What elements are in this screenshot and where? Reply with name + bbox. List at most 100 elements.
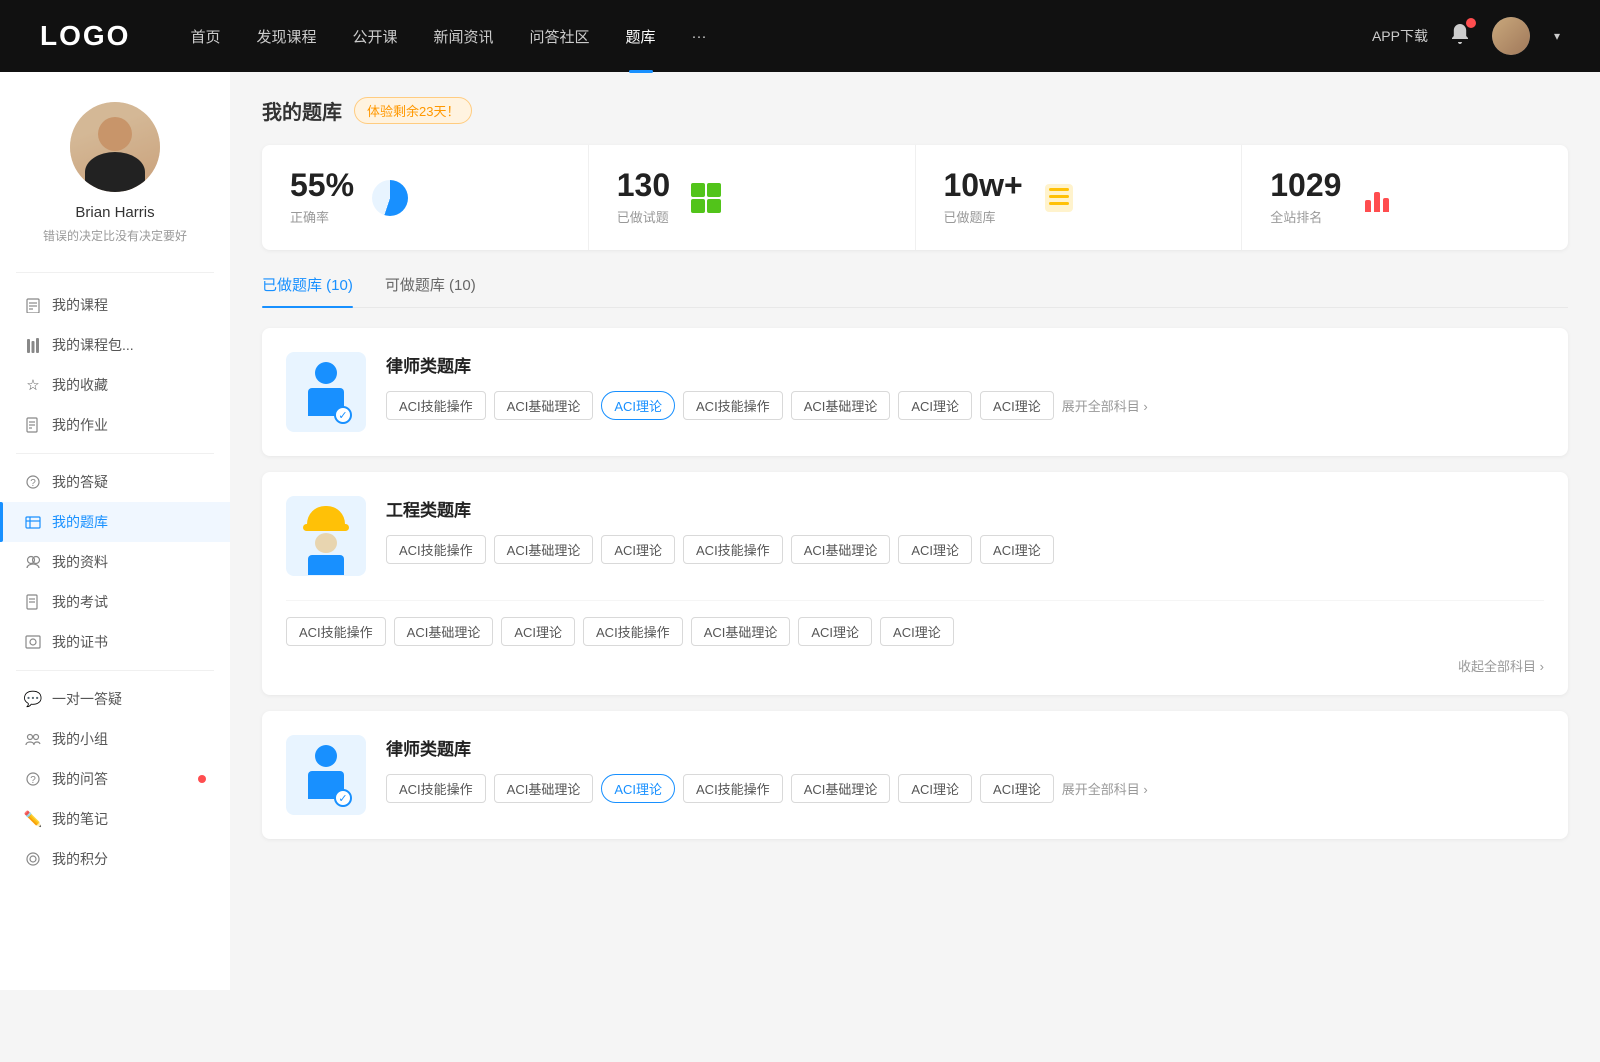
stats-row: 55% 正确率 130 已做试题: [262, 145, 1568, 250]
tag-lawyer-2-3[interactable]: ACI技能操作: [683, 774, 783, 803]
sidebar-item-course-package[interactable]: 我的课程包...: [0, 325, 230, 365]
stat-done-questions-value: 130: [617, 169, 670, 201]
nav-news[interactable]: 新闻资讯: [434, 26, 494, 47]
sidebar-divider-1: [16, 272, 214, 273]
nav-bank[interactable]: 题库: [626, 26, 656, 47]
bank-content-engineer: 工程类题库 ACI技能操作 ACI基础理论 ACI理论 ACI技能操作 ACI基…: [386, 496, 1544, 564]
lawyer-figure-2: ✓: [300, 745, 352, 805]
avatar-image: [1492, 17, 1530, 55]
nav-more[interactable]: ···: [692, 28, 707, 45]
sidebar-item-homework[interactable]: 我的作业: [0, 405, 230, 445]
tag-eng-1-4[interactable]: ACI基础理论: [791, 535, 891, 564]
sidebar-item-certificates[interactable]: 我的证书: [0, 622, 230, 662]
tags-row-lawyer-2: ACI技能操作 ACI基础理论 ACI理论 ACI技能操作 ACI基础理论 AC…: [386, 774, 1544, 803]
sidebar-divider-3: [16, 670, 214, 671]
tag-eng-2-1[interactable]: ACI基础理论: [394, 617, 494, 646]
profile-avatar: [70, 102, 160, 192]
tag-lawyer-2-6[interactable]: ACI理论: [980, 774, 1054, 803]
tag-eng-1-6[interactable]: ACI理论: [980, 535, 1054, 564]
profile-motto: 错误的决定比没有决定要好: [43, 227, 187, 244]
tag-lawyer-1-1[interactable]: ACI基础理论: [494, 391, 594, 420]
tag-lawyer-1-2[interactable]: ACI理论: [601, 391, 675, 420]
bar-chart-icon: [1365, 184, 1389, 212]
lawyer-head-1: [315, 362, 337, 384]
page-layout: Brian Harris 错误的决定比没有决定要好 我的课程 我的课程包... …: [0, 72, 1600, 990]
user-avatar[interactable]: [1492, 17, 1530, 55]
tag-eng-2-0[interactable]: ACI技能操作: [286, 617, 386, 646]
sidebar-item-groups[interactable]: 我的小组: [0, 719, 230, 759]
nav-menu: 首页 发现课程 公开课 新闻资讯 问答社区 题库 ···: [190, 26, 1372, 47]
tag-eng-1-3[interactable]: ACI技能操作: [683, 535, 783, 564]
user-dropdown-icon[interactable]: ▾: [1554, 29, 1560, 43]
sidebar-item-questions[interactable]: ? 我的答疑: [0, 462, 230, 502]
sidebar-item-question-bank[interactable]: 我的题库: [0, 502, 230, 542]
question-icon: ?: [24, 473, 42, 491]
svg-text:?: ?: [30, 478, 36, 489]
tag-eng-2-5[interactable]: ACI理论: [798, 617, 872, 646]
bank-name-lawyer-1: 律师类题库: [386, 352, 1544, 377]
collapse-engineer-link[interactable]: 收起全部科目 ›: [1458, 656, 1544, 675]
sidebar-item-favorites[interactable]: ☆ 我的收藏: [0, 365, 230, 405]
bank-name-lawyer-2: 律师类题库: [386, 735, 1544, 760]
helmet-brim: [303, 524, 349, 531]
expand-lawyer-2[interactable]: 展开全部科目 ›: [1062, 779, 1148, 798]
bank-card-lawyer-2: ✓ 律师类题库 ACI技能操作 ACI基础理论 ACI理论 ACI技能操作 AC…: [262, 711, 1568, 839]
cert-icon: [24, 633, 42, 651]
logo[interactable]: LOGO: [40, 20, 130, 52]
sidebar-item-my-qa[interactable]: ? 我的问答: [0, 759, 230, 799]
tag-lawyer-2-4[interactable]: ACI基础理论: [791, 774, 891, 803]
expand-lawyer-1[interactable]: 展开全部科目 ›: [1062, 396, 1148, 415]
sidebar-item-my-qa-label: 我的问答: [52, 769, 186, 789]
sidebar-item-points[interactable]: 我的积分: [0, 839, 230, 879]
sidebar-item-my-courses-label: 我的课程: [52, 295, 206, 315]
stat-done-banks-label: 已做题库: [944, 207, 1023, 226]
tag-eng-1-2[interactable]: ACI理论: [601, 535, 675, 564]
lawyer-check-2: ✓: [334, 789, 352, 807]
tag-lawyer-1-4[interactable]: ACI基础理论: [791, 391, 891, 420]
nav-home[interactable]: 首页: [190, 26, 220, 47]
stat-accuracy: 55% 正确率: [262, 145, 589, 250]
sidebar-item-exams[interactable]: 我的考试: [0, 582, 230, 622]
tag-eng-1-5[interactable]: ACI理论: [898, 535, 972, 564]
app-download-link[interactable]: APP下载: [1372, 26, 1428, 46]
sidebar-item-question-bank-label: 我的题库: [52, 512, 206, 532]
tag-lawyer-1-6[interactable]: ACI理论: [980, 391, 1054, 420]
notes-icon: ✏️: [24, 810, 42, 828]
tag-lawyer-1-5[interactable]: ACI理论: [898, 391, 972, 420]
grid-icon: [691, 183, 721, 213]
exam-icon: [24, 593, 42, 611]
tag-lawyer-2-1[interactable]: ACI基础理论: [494, 774, 594, 803]
bank-card-engineer: 工程类题库 ACI技能操作 ACI基础理论 ACI理论 ACI技能操作 ACI基…: [262, 472, 1568, 695]
tag-lawyer-2-5[interactable]: ACI理论: [898, 774, 972, 803]
tag-lawyer-1-0[interactable]: ACI技能操作: [386, 391, 486, 420]
stat-accuracy-value: 55%: [290, 169, 354, 201]
nav-qa[interactable]: 问答社区: [530, 26, 590, 47]
lawyer-icon-wrap-1: ✓: [286, 352, 366, 432]
one-on-one-icon: 💬: [24, 690, 42, 708]
sidebar-nav: 我的课程 我的课程包... ☆ 我的收藏 我的作业 ?: [0, 281, 230, 883]
engineer-head: [315, 533, 337, 553]
tag-eng-1-0[interactable]: ACI技能操作: [386, 535, 486, 564]
sidebar-item-one-on-one[interactable]: 💬 一对一答疑: [0, 679, 230, 719]
sidebar-item-my-courses[interactable]: 我的课程: [0, 285, 230, 325]
nav-open-course[interactable]: 公开课: [352, 26, 397, 47]
main-content: 我的题库 体验剩余23天！ 55% 正确率 130 已做试题: [230, 72, 1600, 990]
top-navigation: LOGO 首页 发现课程 公开课 新闻资讯 问答社区 题库 ··· APP下载 …: [0, 0, 1600, 72]
homework-icon: [24, 416, 42, 434]
tag-lawyer-2-2[interactable]: ACI理论: [601, 774, 675, 803]
tag-eng-1-1[interactable]: ACI基础理论: [494, 535, 594, 564]
tag-eng-2-4[interactable]: ACI基础理论: [691, 617, 791, 646]
tag-eng-2-3[interactable]: ACI技能操作: [583, 617, 683, 646]
sidebar-item-materials[interactable]: 我的资料: [0, 542, 230, 582]
tag-lawyer-1-3[interactable]: ACI技能操作: [683, 391, 783, 420]
tag-eng-2-6[interactable]: ACI理论: [880, 617, 954, 646]
tab-done-banks[interactable]: 已做题库 (10): [262, 274, 353, 307]
notification-bell[interactable]: [1448, 22, 1472, 51]
sidebar-item-notes[interactable]: ✏️ 我的笔记: [0, 799, 230, 839]
tag-lawyer-2-0[interactable]: ACI技能操作: [386, 774, 486, 803]
tag-eng-2-2[interactable]: ACI理论: [501, 617, 575, 646]
sidebar-item-homework-label: 我的作业: [52, 415, 206, 435]
lawyer-body-2: ✓: [308, 771, 344, 799]
tab-available-banks[interactable]: 可做题库 (10): [385, 274, 476, 307]
nav-discover[interactable]: 发现课程: [256, 26, 316, 47]
